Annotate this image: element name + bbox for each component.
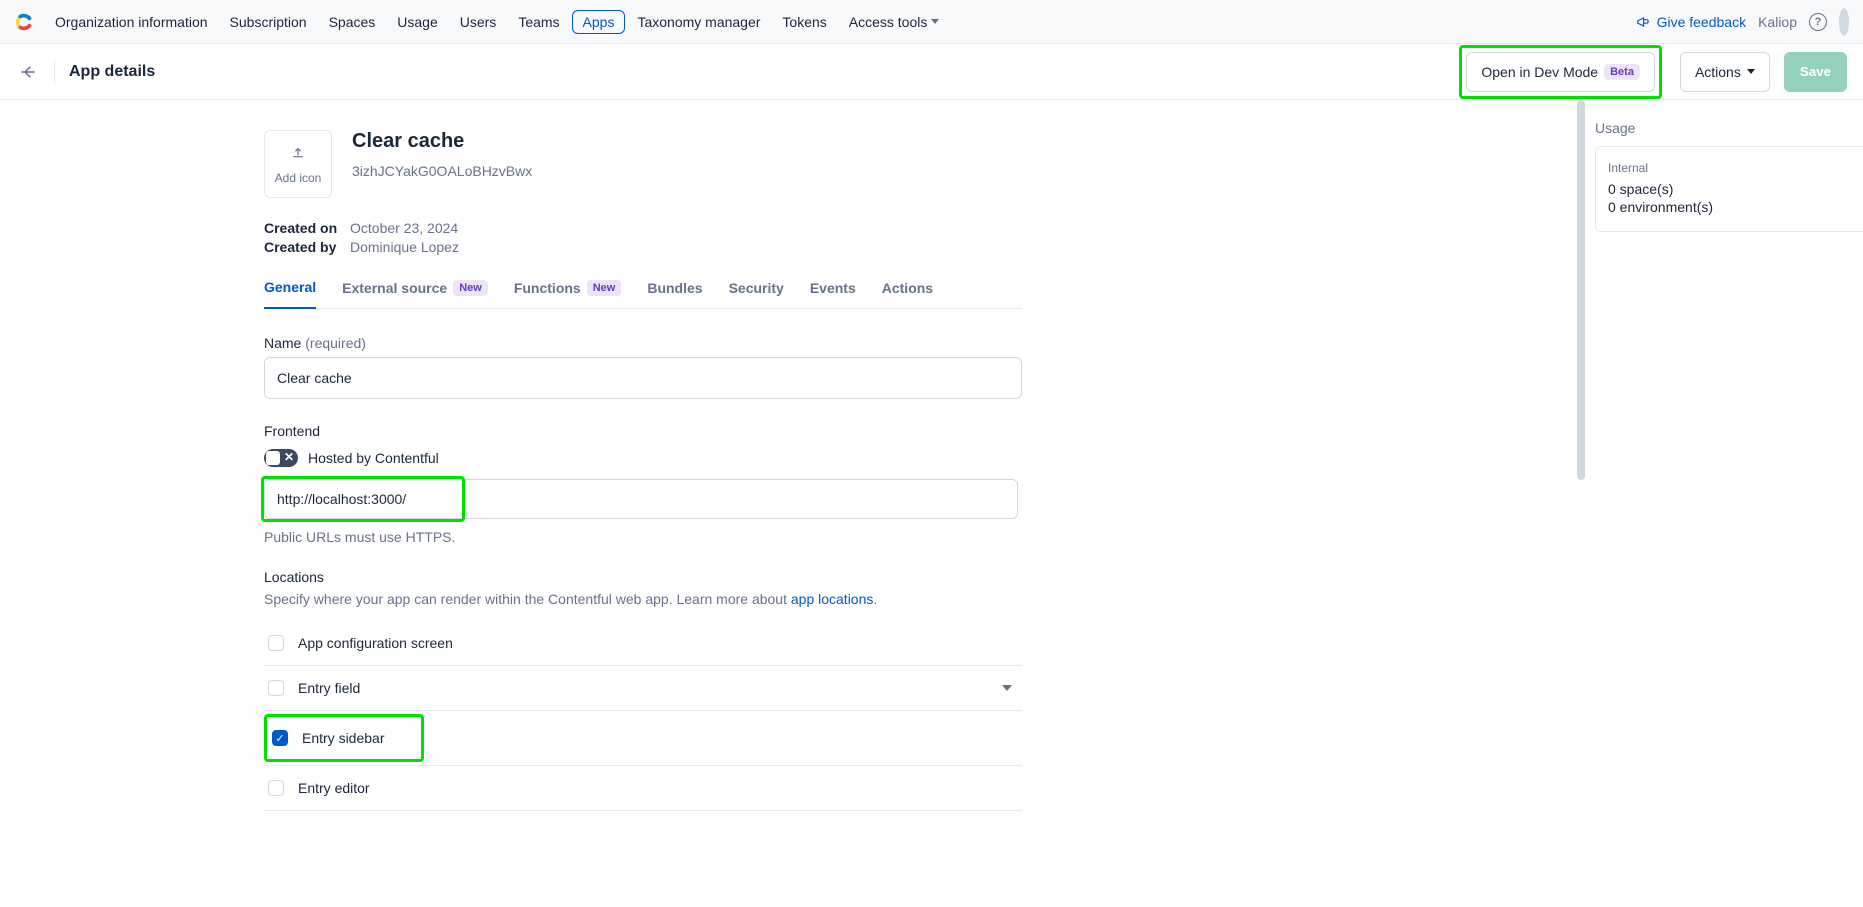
tab-functions[interactable]: Functions New [514,279,622,308]
nav-users[interactable]: Users [450,10,507,34]
topnav: Organization information Subscription Sp… [0,0,1863,44]
created-by-value: Dominique Lopez [350,239,459,255]
app-name-heading: Clear cache [352,130,532,153]
tab-external-source-label: External source [342,280,447,296]
nav-access-tools[interactable]: Access tools [839,10,950,34]
actions-button[interactable]: Actions [1680,52,1770,92]
tab-general[interactable]: General [264,279,316,309]
help-icon[interactable]: ? [1809,13,1827,31]
created-on-value: October 23, 2024 [350,220,458,236]
checkbox[interactable] [268,780,284,796]
add-icon-label: Add icon [275,171,322,185]
nav-right: Give feedback Kaliop ? [1635,8,1855,36]
nav-taxonomy[interactable]: Taxonomy manager [627,10,770,34]
checkbox[interactable] [268,680,284,696]
tab-bundles[interactable]: Bundles [647,279,702,308]
location-row-entry-field[interactable]: Entry field [264,666,1022,711]
actions-label: Actions [1695,64,1741,80]
separator [54,60,55,84]
usage-card: Internal 0 space(s) 0 environment(s) [1595,146,1863,232]
tab-external-source[interactable]: External source New [342,279,488,308]
created-by-label: Created by [264,239,340,255]
nav-apps[interactable]: Apps [572,10,626,34]
name-input[interactable] [264,357,1022,399]
tab-events[interactable]: Events [810,279,856,308]
tab-bar: General External source New Functions Ne… [264,279,1022,309]
nav-tokens[interactable]: Tokens [772,10,836,34]
add-icon-button[interactable]: Add icon [264,130,332,198]
new-badge: New [587,280,622,296]
org-label[interactable]: Kaliop [1758,14,1797,30]
nav-org-info[interactable]: Organization information [45,10,218,34]
usage-spaces: 0 space(s) [1608,181,1851,197]
feedback-label: Give feedback [1657,14,1747,30]
new-badge: New [453,280,488,296]
nav-list: Organization information Subscription Sp… [44,10,1635,34]
megaphone-icon [1635,15,1651,29]
side-panel: Usage Internal 0 space(s) 0 environment(… [1587,100,1863,885]
usage-environments: 0 environment(s) [1608,199,1851,215]
page-title: App details [69,63,155,81]
chevron-down-icon [931,19,939,24]
beta-badge: Beta [1604,64,1640,80]
created-on-label: Created on [264,220,340,236]
frontend-url-input[interactable] [264,479,1018,519]
back-arrow-icon[interactable] [16,60,40,84]
usage-heading: Usage [1595,120,1863,136]
app-id: 3izhJCYakG0OALoBHzvBwx [352,163,532,179]
upload-icon [290,144,306,165]
app-locations-link[interactable]: app locations [791,591,874,607]
nav-spaces[interactable]: Spaces [319,10,386,34]
main-content: Add icon Clear cache 3izhJCYakG0OALoBHzv… [0,100,1587,885]
tab-security[interactable]: Security [729,279,784,308]
dev-mode-label: Open in Dev Mode [1481,64,1598,80]
save-button[interactable]: Save [1784,52,1847,92]
feedback-link[interactable]: Give feedback [1635,14,1747,30]
location-row-entry-editor[interactable]: Entry editor [264,766,1022,811]
open-dev-mode-button[interactable]: Open in Dev Mode Beta [1466,52,1655,92]
location-label: Entry field [298,680,988,696]
nav-teams[interactable]: Teams [508,10,569,34]
x-icon: ✕ [284,450,294,464]
location-label: Entry editor [298,780,1018,796]
checkbox[interactable]: ✓ [272,730,288,746]
url-hint: Public URLs must use HTTPS. [264,529,1022,545]
nav-access-tools-label: Access tools [849,14,928,30]
location-label: App configuration screen [298,635,1018,651]
location-row-app-config[interactable]: App configuration screen [264,621,1022,666]
tab-functions-label: Functions [514,280,581,296]
nav-subscription[interactable]: Subscription [220,10,317,34]
hosted-toggle[interactable]: ✕ [264,449,298,467]
location-row-entry-sidebar[interactable]: ✓ Entry sidebar [270,720,418,756]
frontend-label: Frontend [264,423,1022,439]
tab-actions[interactable]: Actions [882,279,933,308]
scrollbar-thumb[interactable] [1577,100,1585,480]
nav-usage[interactable]: Usage [387,10,447,34]
subheader: App details Open in Dev Mode Beta Action… [0,44,1863,100]
brand-logo [12,10,36,34]
chevron-down-icon[interactable] [1002,685,1012,691]
name-field-label: Name (required) [264,335,1022,351]
checkbox[interactable] [268,635,284,651]
locations-label: Locations [264,569,1022,585]
avatar[interactable] [1839,8,1849,36]
location-label: Entry sidebar [302,730,416,746]
usage-internal-label: Internal [1608,161,1851,175]
chevron-down-icon [1747,69,1755,74]
scrollbar-track [1573,100,1587,885]
hosted-toggle-label: Hosted by Contentful [308,450,439,466]
locations-description: Specify where your app can render within… [264,591,1022,607]
